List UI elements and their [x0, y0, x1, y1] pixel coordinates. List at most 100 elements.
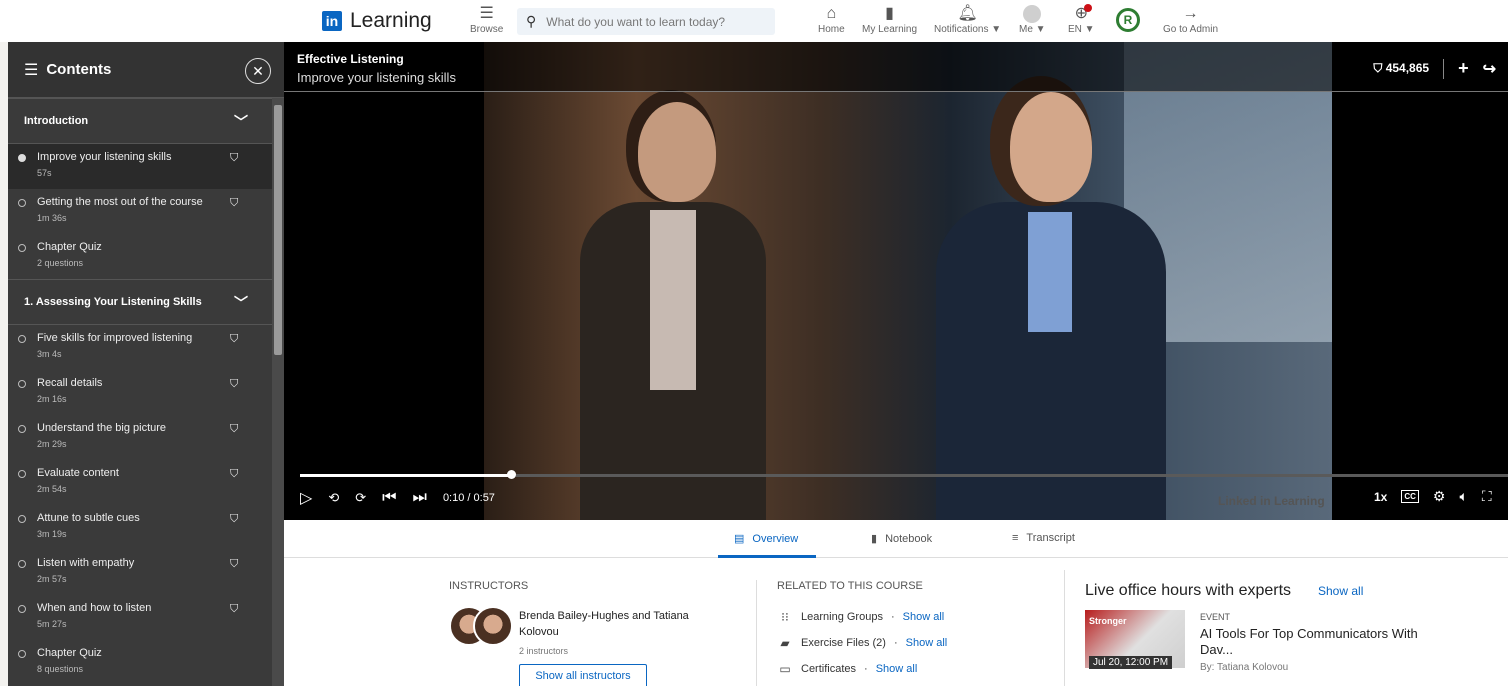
show-all-instructors-button[interactable]: Show all instructors: [519, 664, 647, 686]
overview-icon: ▤: [734, 533, 745, 545]
show-all-link[interactable]: Show all: [906, 637, 948, 649]
item-duration: 2 questions: [37, 258, 84, 268]
play-icon[interactable]: ▷: [300, 488, 312, 508]
bookmark-icon[interactable]: ⛉: [230, 423, 238, 436]
go-to-admin-nav[interactable]: → Go to Admin: [1163, 4, 1218, 35]
list-item[interactable]: Understand the big picture 2m 29s ⛉: [8, 415, 272, 460]
arrow-right-icon: →: [1182, 5, 1199, 22]
sidebar-scroll-thumb[interactable]: [274, 105, 282, 355]
bookmark-icon[interactable]: ⛉: [230, 513, 238, 526]
video-actions: ⛉ 454,865 + ↪: [1373, 58, 1496, 79]
captions-icon[interactable]: CC: [1401, 490, 1419, 503]
share-icon[interactable]: ↪: [1483, 59, 1496, 79]
event-thumbnail-word: Stronger: [1089, 616, 1127, 626]
browse-label: Browse: [470, 24, 504, 35]
me-label: Me ▼: [1019, 24, 1046, 35]
linkedin-learning-watermark: Linked in Learning: [1218, 494, 1325, 508]
chapter-header[interactable]: Introduction ﹀: [8, 98, 272, 144]
related-certificates: ▭ Certificates · Show all: [777, 662, 917, 676]
tab-overview-label: Overview: [752, 532, 799, 545]
save-button[interactable]: ⛉ 454,865: [1373, 61, 1429, 76]
list-item[interactable]: Improve your listening skills 57s ⛉: [8, 144, 272, 189]
volume-icon[interactable]: 🔈︎: [1459, 488, 1467, 505]
list-item[interactable]: Listen with empathy 2m 57s ⛉: [8, 550, 272, 595]
progress-dot-icon: [18, 650, 26, 658]
avatar: [473, 606, 513, 646]
chapter-header[interactable]: 1. Assessing Your Listening Skills ﹀: [8, 279, 272, 325]
chevron-down-icon: ﹀: [234, 295, 248, 311]
video-progress-bar[interactable]: [300, 470, 1508, 479]
instructor-right-figure: [936, 92, 1166, 520]
next-icon[interactable]: ⏭︎: [413, 489, 427, 507]
list-item[interactable]: Attune to subtle cues 3m 19s ⛉: [8, 505, 272, 550]
close-contents-button[interactable]: ✕: [245, 58, 271, 84]
instructor-left-figure: [580, 102, 766, 520]
me-nav[interactable]: Me ▼: [1019, 4, 1046, 35]
bookmark-icon[interactable]: ⛉: [230, 603, 238, 616]
progress-dot-icon: [18, 199, 26, 207]
list-item[interactable]: Five skills for improved listening 3m 4s…: [8, 325, 272, 370]
org-badge[interactable]: R: [1116, 8, 1140, 32]
progress-dot-icon: [18, 335, 26, 343]
bookmark-icon[interactable]: ⛉: [230, 333, 238, 346]
tab-notebook[interactable]: ▮ Notebook: [871, 532, 933, 546]
chapter-title: Introduction: [24, 115, 89, 127]
previous-icon[interactable]: ⏮︎: [382, 489, 396, 507]
tab-transcript[interactable]: ≡ Transcript: [1012, 532, 1075, 544]
event-date: Jul 20, 12:00 PM: [1089, 656, 1173, 669]
item-duration: 5m 27s: [37, 619, 67, 629]
event-author: By: Tatiana Kolovou: [1200, 662, 1289, 673]
notifications-nav[interactable]: 🔔︎ Notifications ▼: [934, 4, 1001, 35]
list-item[interactable]: Evaluate content 2m 54s ⛉: [8, 460, 272, 505]
event-tag: EVENT: [1200, 612, 1231, 622]
progress-dot-icon: [18, 470, 26, 478]
course-title: Effective Listening: [297, 52, 404, 66]
notification-dot: [1083, 4, 1092, 12]
certificate-icon: ▭: [779, 662, 791, 676]
tab-notebook-label: Notebook: [885, 532, 933, 545]
tab-transcript-label: Transcript: [1026, 532, 1075, 544]
progress-dot-icon: [18, 515, 26, 523]
browse-button[interactable]: ☰ Browse: [470, 4, 503, 35]
forward-10-icon[interactable]: ⟳: [355, 490, 366, 506]
bookmark-icon[interactable]: ⛉: [230, 152, 238, 165]
list-icon: ☰: [24, 61, 39, 79]
search-placeholder: What do you want to learn today?: [546, 14, 726, 29]
language-label: EN ▼: [1068, 24, 1095, 35]
bookmark-icon[interactable]: ⛉: [230, 197, 238, 210]
list-item[interactable]: Getting the most out of the course 1m 36…: [8, 189, 272, 234]
save-count: 454,865: [1385, 61, 1430, 75]
playback-speed-button[interactable]: 1x: [1374, 490, 1387, 504]
my-learning-nav[interactable]: ▮ My Learning: [862, 4, 917, 35]
instructors-count: 2 instructors: [519, 646, 569, 656]
instructor-avatars[interactable]: [449, 606, 513, 646]
chapter-title: 1. Assessing Your Listening Skills: [24, 296, 202, 308]
rewind-10-icon[interactable]: ⟲: [328, 490, 339, 506]
fullscreen-icon[interactable]: ⛶: [1482, 488, 1492, 505]
live-show-all-link[interactable]: Show all: [1318, 584, 1363, 598]
tab-overview[interactable]: ▤ Overview: [734, 532, 799, 546]
instructors-name[interactable]: Brenda Bailey-Hughes and Tatiana Kolovou: [519, 608, 709, 640]
related-label-text: Certificates: [801, 663, 857, 675]
video-player[interactable]: Effective Listening Improve your listeni…: [284, 42, 1508, 520]
list-item[interactable]: Chapter Quiz 2 questions: [8, 234, 272, 279]
event-title[interactable]: AI Tools For Top Communicators With Dav.…: [1200, 626, 1420, 658]
show-all-link[interactable]: Show all: [876, 663, 918, 675]
add-icon[interactable]: +: [1458, 58, 1469, 79]
bookmark-icon: ⛉: [1373, 61, 1386, 75]
list-item[interactable]: Chapter Quiz 8 questions: [8, 640, 272, 685]
show-all-link[interactable]: Show all: [903, 611, 945, 623]
gear-icon[interactable]: ⚙: [1433, 488, 1446, 505]
bookmark-icon[interactable]: ⛉: [230, 558, 238, 571]
course-details-panel: ▤ Overview ▮ Notebook ≡ Transcript INSTR…: [284, 520, 1508, 686]
list-item[interactable]: Recall details 2m 16s ⛉: [8, 370, 272, 415]
bookmark-icon[interactable]: ⛉: [230, 378, 238, 391]
language-nav[interactable]: ⊕ EN ▼: [1068, 4, 1095, 35]
globe-icon: ⊕: [1075, 4, 1092, 24]
list-item[interactable]: When and how to listen 5m 27s ⛉: [8, 595, 272, 640]
linkedin-learning-logo[interactable]: in Learning: [322, 9, 432, 33]
home-nav[interactable]: ⌂ Home: [818, 4, 845, 35]
search-input[interactable]: ⚲ What do you want to learn today?: [517, 8, 775, 35]
related-label: RELATED TO THIS COURSE: [777, 580, 923, 592]
bookmark-icon[interactable]: ⛉: [230, 468, 238, 481]
